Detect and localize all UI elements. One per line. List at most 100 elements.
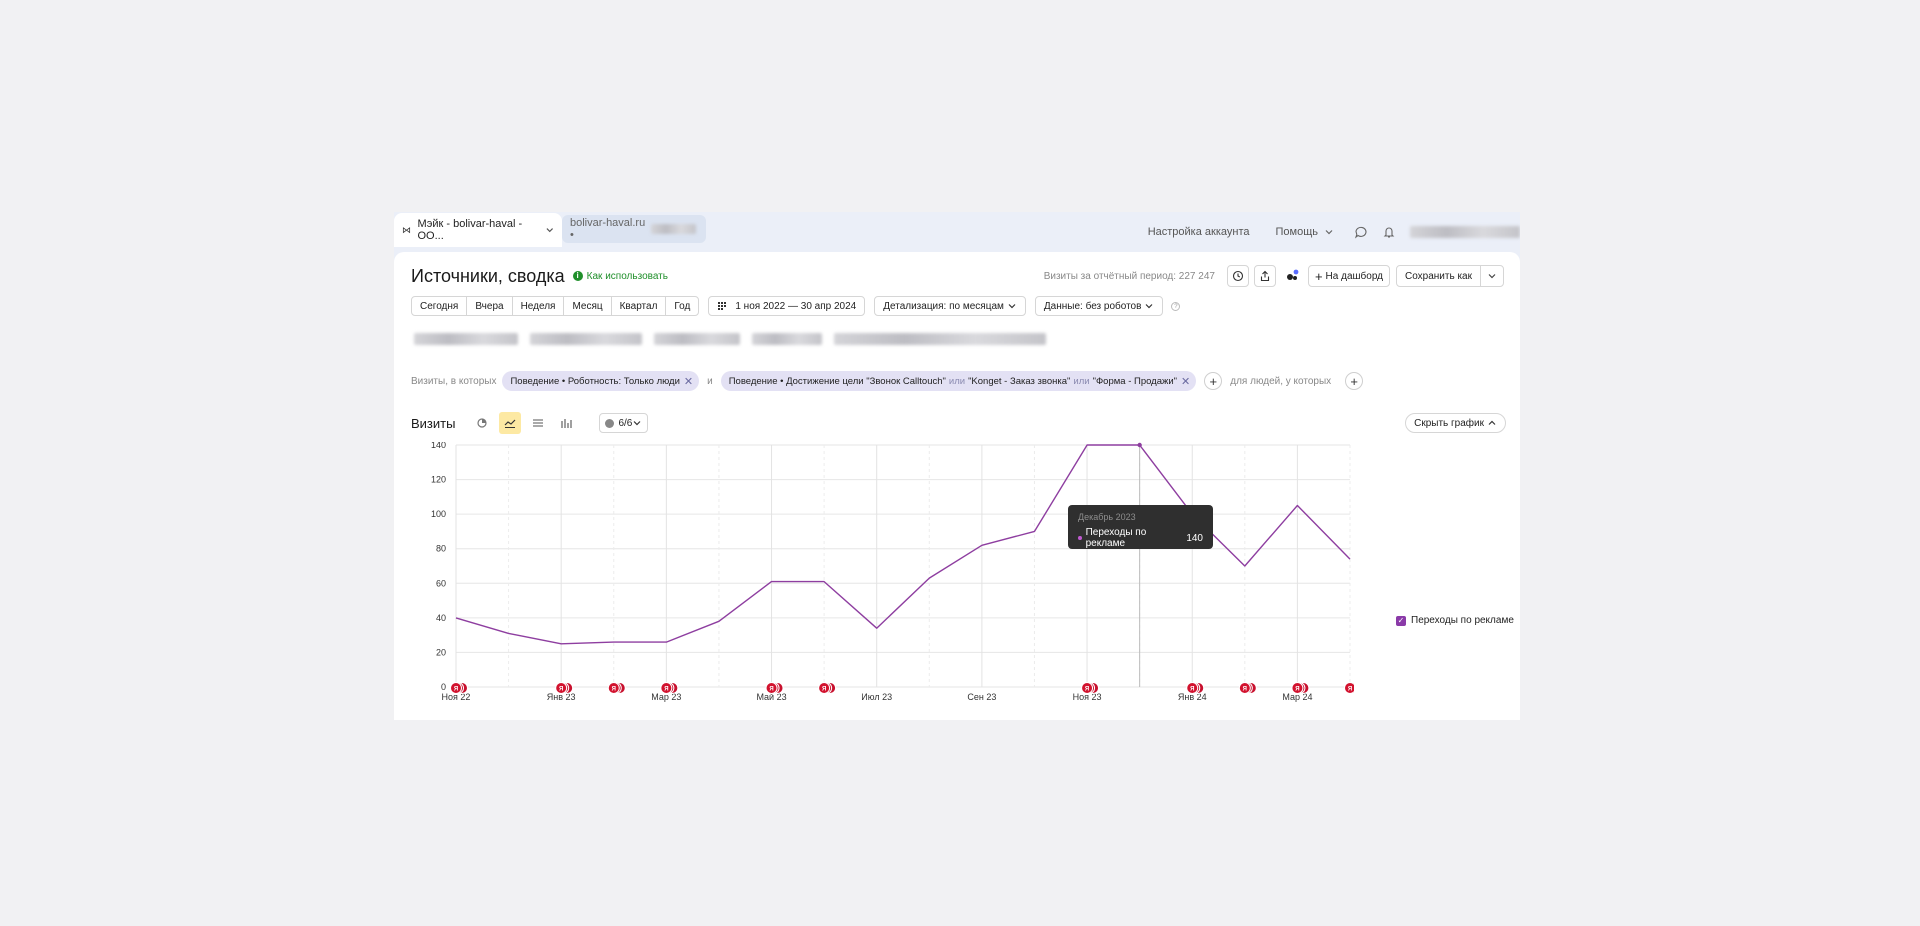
series-dot — [1078, 536, 1082, 540]
annotation-marker-label: Я — [664, 687, 668, 693]
to-dashboard-button[interactable]: + На дашборд — [1307, 265, 1390, 287]
period-segmented-control: Сегодня Вчера Неделя Месяц Квартал Год — [411, 296, 700, 316]
blurred-item — [654, 333, 740, 345]
segment-chip-goal-c: "Форма - Продажи" — [1092, 375, 1178, 387]
chart-type-line[interactable] — [499, 412, 522, 434]
chevron-down-icon[interactable] — [545, 225, 554, 235]
hide-chart-button[interactable]: Скрыть график — [1405, 413, 1506, 433]
page-title: Источники, сводка — [411, 265, 565, 286]
annotation-marker-label: Я — [1295, 687, 1299, 693]
how-to-use-label: Как использовать — [586, 270, 668, 282]
chevron-down-icon — [633, 421, 641, 426]
save-as-group: Сохранить как — [1395, 265, 1504, 287]
chart-type-area[interactable] — [527, 412, 549, 434]
segment-chip-goal-a: Поведение • Достижение цели "Звонок Call… — [728, 375, 946, 387]
app-window: ⋈ Мэйк - bolivar-haval - ОО... bolivar-h… — [394, 212, 1520, 720]
comment-icon — [605, 418, 615, 428]
how-to-use-link[interactable]: i Как использовать — [572, 270, 668, 282]
period-year[interactable]: Год — [666, 297, 698, 315]
notes-count: 6/6 — [618, 417, 633, 429]
chevron-down-icon — [1325, 230, 1333, 235]
account-settings-link[interactable]: Настройка аккаунта — [1148, 226, 1250, 238]
chart-type-bar[interactable] — [555, 412, 577, 434]
segments-row: Визиты, в которых Поведение • Роботность… — [411, 370, 1371, 392]
site-tab-label: bolivar-haval.ru • — [570, 217, 646, 241]
legend-checkbox[interactable]: ✓ — [1396, 615, 1406, 626]
segment-chip-label: Поведение • Роботность: Только люди — [510, 375, 680, 387]
date-range-picker[interactable]: 1 ноя 2022 — 30 апр 2024 — [708, 296, 866, 316]
highlight-point — [1137, 442, 1142, 448]
segment-chip-robots[interactable]: Поведение • Роботность: Только люди ✕ — [502, 371, 700, 391]
tooltip-date: Декабрь 2023 — [1078, 512, 1136, 522]
counter-tab-active[interactable]: ⋈ Мэйк - bolivar-haval - ОО... — [394, 213, 562, 247]
clock-icon — [1232, 270, 1244, 282]
blurred-attributes-row — [414, 332, 1058, 346]
visits-line-chart: 020406080100120140Ноя 22 Янв 23 Мар 23 Май … — [431, 442, 1354, 702]
visits-total: Визиты за отчётный период: 227 247 — [1043, 270, 1215, 282]
notes-toggle[interactable]: 6/6 — [599, 413, 649, 433]
legend-series-label: Переходы по рекламе — [1411, 615, 1514, 626]
annotation-marker-label: Я — [559, 687, 563, 693]
annotation-marker-label: Я — [1190, 687, 1194, 693]
hide-chart-label: Скрыть график — [1414, 417, 1484, 429]
pie-chart-icon — [477, 418, 488, 428]
y-tick-label: 20 — [436, 647, 446, 657]
bar-chart-icon — [561, 419, 573, 428]
add-people-condition-button[interactable]: + — [1345, 372, 1364, 390]
segment-chip-goals[interactable]: Поведение • Достижение цели "Звонок Call… — [720, 371, 1197, 391]
chart-tooltip: Декабрь 2023 Переходы по рекламе 140 — [1068, 505, 1213, 549]
top-right-controls: Настройка аккаунта Помощь — [1148, 212, 1520, 252]
annotation-marker-label: Я — [454, 687, 458, 693]
chart-type-pie[interactable] — [471, 412, 493, 434]
blurred-item — [530, 333, 642, 345]
segment-chip-goal-b: "Konget - Заказ звонка" — [968, 375, 1071, 387]
save-as-dropdown[interactable] — [1481, 266, 1503, 286]
y-tick-label: 100 — [431, 509, 446, 519]
save-as-button[interactable]: Сохранить как — [1397, 266, 1481, 286]
chat-icon[interactable] — [1354, 225, 1368, 239]
site-tab[interactable]: bolivar-haval.ru • — [562, 215, 706, 243]
add-visit-condition-button[interactable]: + — [1204, 372, 1223, 390]
annotation-marker-label: Я — [1243, 687, 1247, 693]
period-week[interactable]: Неделя — [513, 297, 565, 315]
y-tick-label: 140 — [431, 442, 446, 450]
blurred-item — [414, 333, 518, 345]
question-icon[interactable]: ? — [1171, 301, 1181, 311]
top-bar: ⋈ Мэйк - bolivar-haval - ОО... bolivar-h… — [394, 212, 1520, 252]
close-icon[interactable]: ✕ — [1181, 375, 1190, 388]
user-avatar-blurred[interactable] — [1410, 226, 1520, 238]
export-button[interactable] — [1253, 265, 1276, 287]
x-tick-label: Июл 23 — [861, 692, 892, 702]
annotation-marker-label: Я — [612, 687, 616, 693]
line-chart-icon — [505, 419, 516, 428]
calendar-icon — [718, 302, 727, 310]
chevron-up-icon — [1488, 420, 1496, 425]
metrika-logo-icon: ⋈ — [402, 225, 411, 235]
detail-dropdown[interactable]: Детализация: по месяцам — [874, 296, 1026, 316]
segment-or: или — [1073, 375, 1090, 387]
annotation-marker-label: Я — [1348, 687, 1352, 693]
help-label: Помощь — [1275, 226, 1319, 238]
period-yesterday[interactable]: Вчера — [467, 297, 513, 315]
data-filter-dropdown[interactable]: Данные: без роботов — [1034, 296, 1164, 316]
blurred-item — [834, 333, 1046, 345]
segment-or: или — [948, 375, 966, 387]
segments-label: Визиты, в которых — [411, 375, 497, 387]
ai-dots-icon — [1286, 269, 1299, 280]
period-row: Сегодня Вчера Неделя Месяц Квартал Год 1… — [411, 296, 1181, 316]
counter-tab-label: Мэйк - bolivar-haval - ОО... — [417, 218, 523, 242]
period-quarter[interactable]: Квартал — [612, 297, 667, 315]
title-row: Источники, сводка i Как использовать Виз… — [411, 264, 1504, 288]
tooltip-series: Переходы по рекламе — [1085, 527, 1147, 549]
tooltip-value: 140 — [1186, 532, 1203, 544]
stacked-chart-icon — [533, 419, 544, 427]
help-menu[interactable]: Помощь — [1276, 226, 1335, 238]
share-icon — [1260, 270, 1270, 282]
close-icon[interactable]: ✕ — [684, 375, 693, 388]
history-button[interactable] — [1226, 265, 1249, 287]
period-today[interactable]: Сегодня — [412, 297, 468, 315]
bell-icon[interactable] — [1382, 225, 1396, 239]
series-line — [455, 444, 1351, 645]
period-month[interactable]: Месяц — [564, 297, 612, 315]
ai-assistant-button[interactable] — [1280, 265, 1303, 287]
